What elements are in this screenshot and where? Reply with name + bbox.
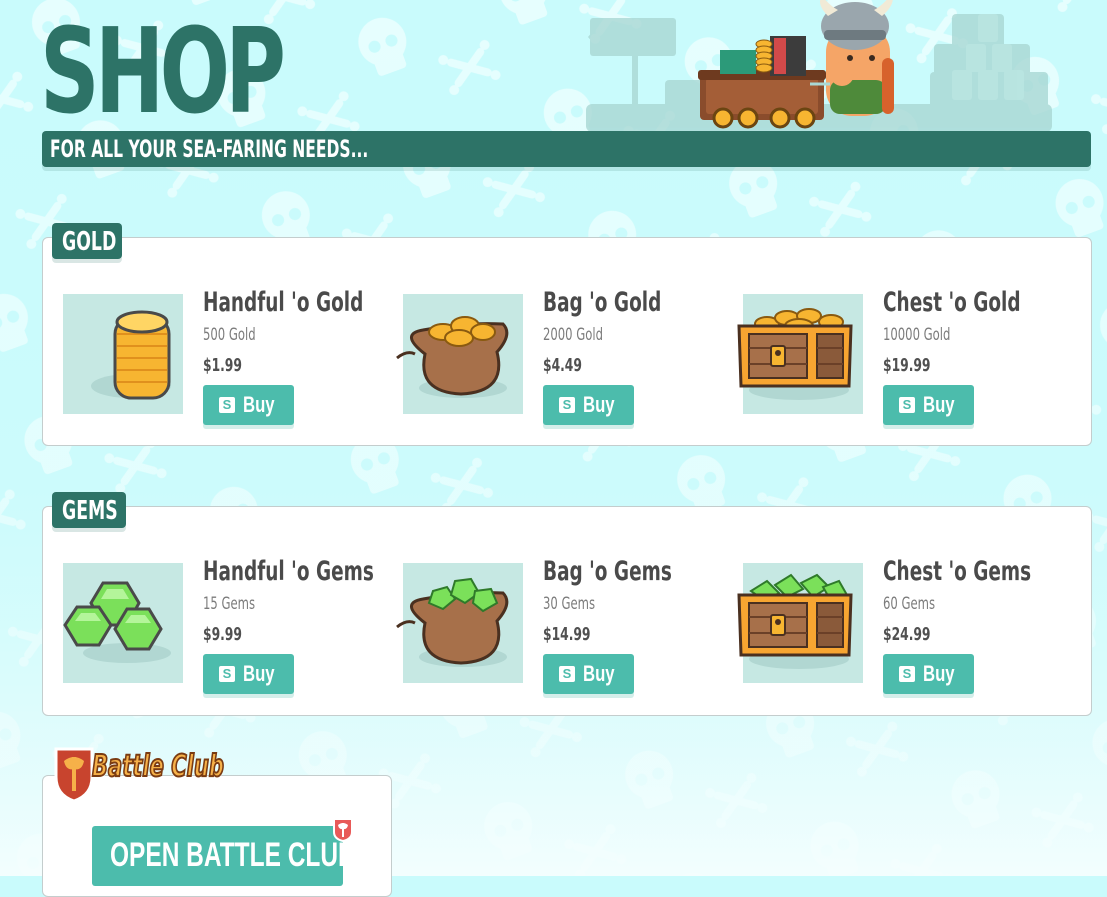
item-name: Chest 'o Gold xyxy=(883,287,1021,318)
gem-bag-icon xyxy=(396,577,509,667)
tagline: FOR ALL YOUR SEA-FARING NEEDS... xyxy=(50,135,369,163)
buy-label: Buy xyxy=(923,392,955,417)
shop-item-bag-gold: Bag 'o Gold 2000 Gold $4.49 S Buy xyxy=(396,287,733,425)
currency-s-icon: S xyxy=(219,397,235,413)
section-label-gems: GEMS xyxy=(52,492,126,528)
item-price: $24.99 xyxy=(883,624,931,645)
open-battle-club-label: OPEN BATTLE CLUB xyxy=(110,836,356,874)
currency-s-icon: S xyxy=(559,397,575,413)
item-price: $14.99 xyxy=(543,624,591,645)
buy-button[interactable]: S Buy xyxy=(883,654,974,694)
shop-item-handful-gold: Handful 'o Gold 500 Gold $1.99 S Buy xyxy=(63,287,393,425)
buy-button[interactable]: S Buy xyxy=(543,385,634,425)
item-price: $4.49 xyxy=(543,355,582,376)
shop-item-chest-gems: Chest 'o Gems 60 Gems $24.99 S Buy xyxy=(737,556,1073,694)
item-amount: 2000 Gold xyxy=(543,325,604,345)
open-battle-club-button[interactable]: OPEN BATTLE CLUB xyxy=(92,826,356,886)
page-title: SHOP xyxy=(40,2,286,140)
item-thumbnail xyxy=(396,294,523,414)
item-name: Bag 'o Gems xyxy=(543,556,672,587)
item-price: $1.99 xyxy=(203,355,242,376)
battle-club-logo: Battle Club xyxy=(52,743,252,803)
item-thumbnail xyxy=(737,563,863,683)
gold-bag-icon xyxy=(396,316,509,398)
item-name: Handful 'o Gems xyxy=(203,556,374,587)
item-amount: 60 Gems xyxy=(883,594,936,614)
currency-s-icon: S xyxy=(219,666,235,682)
item-name: Bag 'o Gold xyxy=(543,287,662,318)
item-price: $9.99 xyxy=(203,624,242,645)
section-label-text: GEMS xyxy=(62,496,118,526)
shop-item-bag-gems: Bag 'o Gems 30 Gems $14.99 S Buy xyxy=(396,556,733,694)
currency-s-icon: S xyxy=(899,397,915,413)
viking-cart-illustration xyxy=(580,0,1060,132)
buy-label: Buy xyxy=(923,661,955,686)
gold-coin-stack-icon xyxy=(91,310,171,400)
item-amount: 10000 Gold xyxy=(883,325,951,345)
item-thumbnail xyxy=(63,563,183,683)
item-amount: 30 Gems xyxy=(543,594,596,614)
buy-button[interactable]: S Buy xyxy=(203,654,294,694)
buy-button[interactable]: S Buy xyxy=(203,385,294,425)
shop-item-handful-gems: Handful 'o Gems 15 Gems $9.99 S Buy xyxy=(63,556,393,694)
tagline-bar: FOR ALL YOUR SEA-FARING NEEDS... xyxy=(42,131,1091,167)
section-label-text: GOLD xyxy=(62,227,117,257)
gold-section-panel: Handful 'o Gold 500 Gold $1.99 S Buy Bag… xyxy=(42,237,1092,446)
item-amount: 500 Gold xyxy=(203,325,256,345)
gold-chest-icon xyxy=(737,308,853,400)
item-thumbnail xyxy=(63,294,183,414)
gems-section-panel: Handful 'o Gems 15 Gems $9.99 S Buy Bag … xyxy=(42,506,1092,716)
item-thumbnail xyxy=(396,563,523,683)
battle-club-badge-icon xyxy=(333,818,353,842)
buy-label: Buy xyxy=(243,392,275,417)
shop-item-chest-gold: Chest 'o Gold 10000 Gold $19.99 S Buy xyxy=(737,287,1073,425)
buy-label: Buy xyxy=(583,661,615,686)
item-price: $19.99 xyxy=(883,355,931,376)
gem-chest-icon xyxy=(737,573,853,669)
buy-button[interactable]: S Buy xyxy=(543,654,634,694)
item-name: Chest 'o Gems xyxy=(883,556,1032,587)
battle-axe-shield-icon xyxy=(54,747,94,803)
gem-cluster-icon xyxy=(63,581,171,663)
item-thumbnail xyxy=(737,294,863,414)
item-name: Handful 'o Gold xyxy=(203,287,364,318)
battle-club-logo-text: Battle Club xyxy=(91,748,224,785)
currency-s-icon: S xyxy=(559,666,575,682)
buy-label: Buy xyxy=(583,392,615,417)
currency-s-icon: S xyxy=(899,666,915,682)
item-amount: 15 Gems xyxy=(203,594,256,614)
section-label-gold: GOLD xyxy=(52,223,122,259)
buy-label: Buy xyxy=(243,661,275,686)
buy-button[interactable]: S Buy xyxy=(883,385,974,425)
